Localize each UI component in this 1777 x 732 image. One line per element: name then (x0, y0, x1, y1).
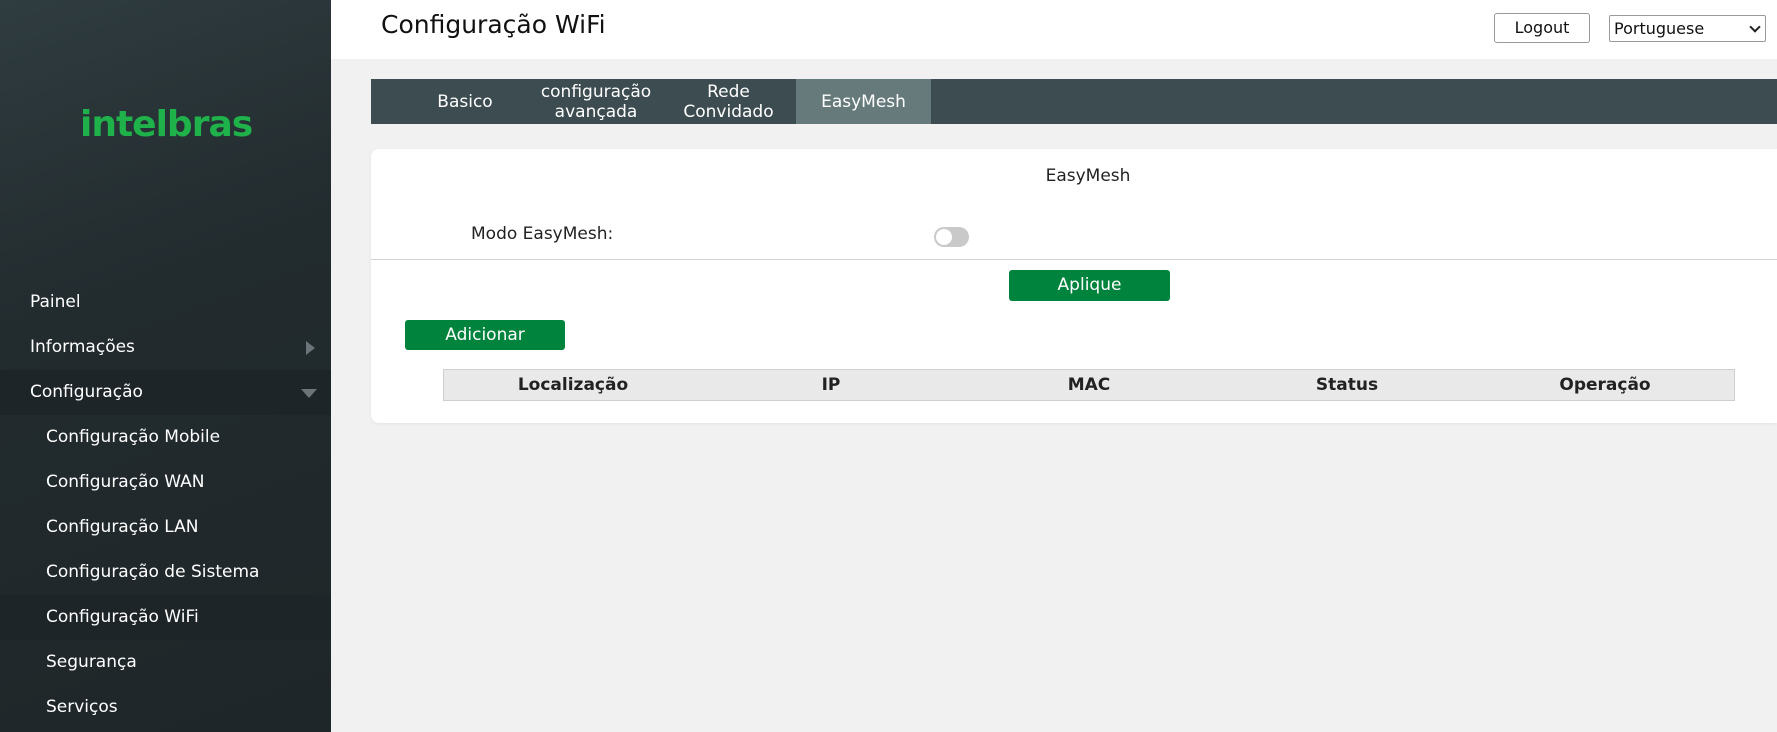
tab-label: EasyMesh (821, 91, 906, 112)
sidebar-item-configuracao-mobile[interactable]: Configuração Mobile (0, 415, 331, 460)
tab-label: configuração avançada (540, 81, 652, 122)
tab-bar: Basico configuração avançada Rede Convid… (371, 79, 1777, 124)
sidebar-item-configuracao-sistema[interactable]: Configuração de Sistema (0, 550, 331, 595)
tab-basico[interactable]: Basico (405, 79, 525, 124)
chevron-down-icon (301, 389, 317, 398)
sidebar-item-label: Configuração WiFi (46, 607, 199, 627)
sidebar-item-label: Configuração LAN (46, 517, 199, 537)
top-bar: Configuração WiFi Logout Portuguese (331, 0, 1777, 59)
mesh-node-table: Localização IP MAC Status Operação (443, 369, 1735, 401)
sidebar-item-label: Informações (30, 337, 135, 357)
tab-easymesh[interactable]: EasyMesh (796, 79, 931, 124)
tab-configuracao-avancada[interactable]: configuração avançada (536, 79, 656, 124)
language-select[interactable]: Portuguese (1609, 15, 1766, 42)
sidebar-item-servicos[interactable]: Serviços (0, 685, 331, 730)
easymesh-mode-toggle[interactable] (934, 227, 969, 247)
toggle-knob (936, 229, 952, 245)
divider (371, 259, 1777, 260)
column-header-localizacao: Localização (517, 375, 629, 395)
sidebar-item-seguranca[interactable]: Segurança (0, 640, 331, 685)
sidebar-item-label: Segurança (46, 652, 137, 672)
apply-button[interactable]: Aplique (1009, 270, 1170, 301)
select-chevron-icon (1749, 21, 1761, 33)
sidebar-item-label: Configuração (30, 382, 143, 402)
page-title: Configuração WiFi (381, 10, 606, 39)
easymesh-mode-label: Modo EasyMesh: (471, 224, 614, 244)
sidebar-item-label: Serviços (46, 697, 118, 717)
sidebar-item-label: Configuração WAN (46, 472, 205, 492)
sidebar-nav: Painel Informações Configuração Configur… (0, 280, 331, 730)
column-header-operacao: Operação (1559, 375, 1651, 395)
easymesh-panel: EasyMesh Modo EasyMesh: Aplique Adiciona… (371, 149, 1777, 423)
sidebar-item-configuracao[interactable]: Configuração (0, 370, 331, 415)
logout-button[interactable]: Logout (1494, 13, 1590, 43)
language-select-value: Portuguese (1614, 19, 1705, 38)
sidebar-item-informacoes[interactable]: Informações (0, 325, 331, 370)
add-button[interactable]: Adicionar (405, 320, 565, 350)
tab-label: Basico (437, 91, 493, 112)
sidebar-item-configuracao-wifi[interactable]: Configuração WiFi (0, 595, 331, 640)
chevron-right-icon (306, 341, 315, 355)
sidebar-item-label: Painel (30, 292, 81, 312)
section-title: EasyMesh (1045, 166, 1131, 186)
sidebar: intelbras Painel Informações Configuraçã… (0, 0, 331, 732)
sidebar-item-configuracao-wan[interactable]: Configuração WAN (0, 460, 331, 505)
tab-rede-convidado[interactable]: Rede Convidado (661, 79, 796, 124)
column-header-status: Status (1315, 375, 1379, 395)
sidebar-item-painel[interactable]: Painel (0, 280, 331, 325)
intelbras-logo: intelbras (80, 104, 253, 145)
sidebar-item-label: Configuração de Sistema (46, 562, 260, 582)
sidebar-item-label: Configuração Mobile (46, 427, 221, 447)
sidebar-item-configuracao-lan[interactable]: Configuração LAN (0, 505, 331, 550)
column-header-ip: IP (821, 375, 841, 395)
column-header-mac: MAC (1067, 375, 1111, 395)
tab-label: Rede Convidado (683, 81, 774, 122)
